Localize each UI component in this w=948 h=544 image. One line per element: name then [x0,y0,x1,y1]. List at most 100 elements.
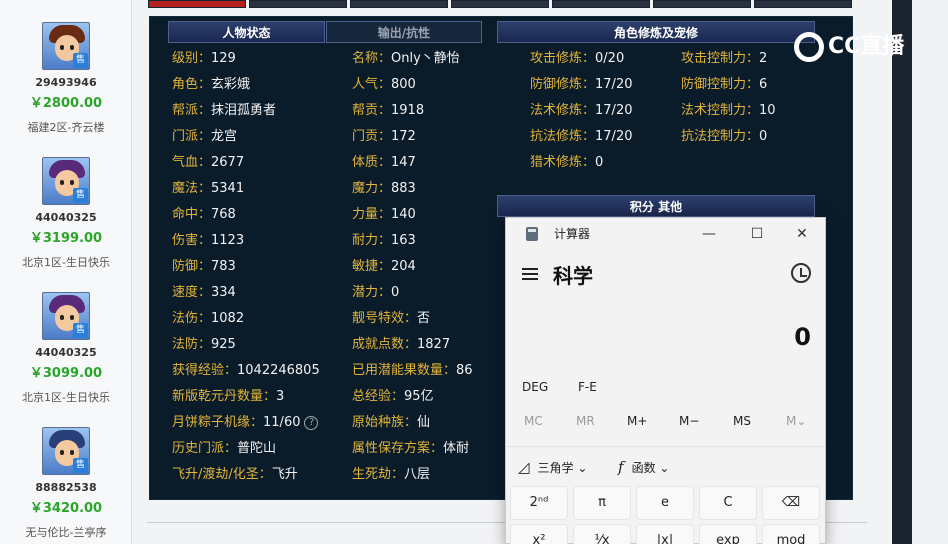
stat-row: 总经验：95亿 [352,387,434,407]
stat-value: 0/20 [595,51,625,66]
stat-value: 飞升 [271,467,298,482]
stat-value: 0 [595,155,604,170]
memory-add-button[interactable]: M+ [627,414,647,428]
stat-label: 猎术修炼： [530,155,596,170]
stat-value: 147 [391,155,416,170]
stat-row: 属性保存方案：体耐 [352,439,469,459]
stat-label: 历史门派： [172,441,238,456]
memory-store-button[interactable]: MS [733,414,751,428]
character-avatar[interactable]: 售 [42,292,90,340]
tab-character-status[interactable]: 人物状态 [168,21,325,43]
listing-price: ￥3420.00 [29,501,103,516]
character-avatar[interactable]: 售 [42,22,90,70]
calculator-display: 0 [794,323,811,351]
trigonometry-dropdown[interactable]: ◿ 三角学 ⌄ [518,458,587,476]
listing-id: 88882538 [35,481,97,494]
stat-value: 925 [211,337,236,352]
character-avatar[interactable]: 售 [42,427,90,475]
right-side-panel [912,0,948,544]
stat-value: 10 [759,103,776,118]
stat-value: 172 [391,129,416,144]
stat-value: 163 [391,233,416,248]
stat-value: 783 [211,259,236,274]
tab-active[interactable] [148,0,246,8]
stat-label: 敏捷： [352,259,392,274]
memory-recall-button[interactable]: MR [576,414,595,428]
sale-badge: 售 [73,53,88,68]
stat-label: 防御： [172,259,212,274]
stat-row: 魔力：883 [352,179,416,199]
exp-key[interactable]: exp [699,524,757,544]
stat-row: 级别：129 [172,49,236,69]
stat-row: 抗法控制力：0 [681,127,767,147]
character-avatar[interactable]: 售 [42,157,90,205]
stat-row: 生死劫：八层 [352,465,430,485]
tab[interactable] [754,0,852,8]
angle-unit-toggle[interactable]: DEG [522,380,548,394]
tab[interactable] [653,0,751,8]
stat-row: 法术控制力：10 [681,101,776,121]
stat-row: 攻击控制力：2 [681,49,767,69]
stat-row: 月饼粽子机缘：11/60? [172,413,319,433]
stat-label: 力量： [352,207,392,222]
help-icon[interactable]: ? [304,415,319,430]
calculator-titlebar[interactable]: 计算器 — ☐ ✕ [506,218,825,250]
listing-card[interactable]: 售 88882538 ￥3420.00 无与伦比-兰亭序 [10,427,122,540]
history-icon[interactable] [791,263,811,283]
stat-row: 门派：龙宫 [172,127,237,147]
tab[interactable] [249,0,347,8]
stat-value: 768 [211,207,236,222]
memory-clear-button[interactable]: MC [524,414,543,428]
stat-label: 靓号特效： [352,311,418,326]
reciprocal-key[interactable]: ¹⁄x [573,524,631,544]
stat-row: 靓号特效：否 [352,309,430,329]
stat-value: 0 [391,285,400,300]
notation-toggle[interactable]: F-E [578,380,597,394]
mod-key[interactable]: mod [762,524,820,544]
stat-value: 普陀山 [237,441,277,456]
stat-label: 攻击修炼： [530,51,596,66]
stat-row: 体质：147 [352,153,416,173]
listing-sidebar: 售 29493946 ￥2800.00 福建2区-齐云楼 售 44040325 … [0,0,132,544]
memory-subtract-button[interactable]: M− [679,414,699,428]
minimize-button[interactable]: — [694,222,724,246]
tab[interactable] [350,0,448,8]
listing-server: 北京1区-生日快乐 [22,256,110,269]
tab[interactable] [451,0,549,8]
stat-value: 883 [391,181,416,196]
function-dropdown[interactable]: f 函数 ⌄ [618,458,669,476]
stat-value: 5341 [211,181,245,196]
listing-server: 无与伦比-兰亭序 [25,526,107,539]
function-icon: f [618,458,624,476]
tab[interactable] [552,0,650,8]
maximize-button[interactable]: ☐ [742,222,772,246]
stat-row: 法伤：1082 [172,309,244,329]
stat-value: 95亿 [404,389,434,404]
listing-id: 44040325 [35,346,97,359]
euler-key[interactable]: e [636,486,694,520]
stat-value: 1827 [417,337,451,352]
pi-key[interactable]: π [573,486,631,520]
memory-list-button[interactable]: M⌄ [786,414,806,428]
stat-row: 防御：783 [172,257,236,277]
listing-card[interactable]: 售 44040325 ￥3199.00 北京1区-生日快乐 [10,157,122,270]
stat-label: 已用潜能果数量： [352,363,457,378]
second-function-key[interactable]: 2ⁿᵈ [510,486,568,520]
triangle-ruler-icon: ◿ [518,458,530,476]
backspace-key[interactable]: ⌫ [762,486,820,520]
stat-value: 体耐 [443,441,470,456]
stat-value: 6 [759,77,768,92]
absolute-value-key[interactable]: |x| [636,524,694,544]
hamburger-menu-icon[interactable] [522,268,538,280]
square-key[interactable]: x² [510,524,568,544]
close-button[interactable]: ✕ [787,222,817,246]
stat-label: 名称： [352,51,392,66]
stat-label: 命中： [172,207,212,222]
stat-value: 否 [417,311,431,326]
stat-row: 新版乾元丹数量：3 [172,387,284,407]
clear-key[interactable]: C [699,486,757,520]
stat-row: 速度：334 [172,283,236,303]
listing-card[interactable]: 售 29493946 ￥2800.00 福建2区-齐云楼 [10,22,122,135]
tab-output-resist[interactable]: 输出/抗性 [326,21,482,43]
listing-card[interactable]: 售 44040325 ￥3099.00 北京1区-生日快乐 [10,292,122,405]
